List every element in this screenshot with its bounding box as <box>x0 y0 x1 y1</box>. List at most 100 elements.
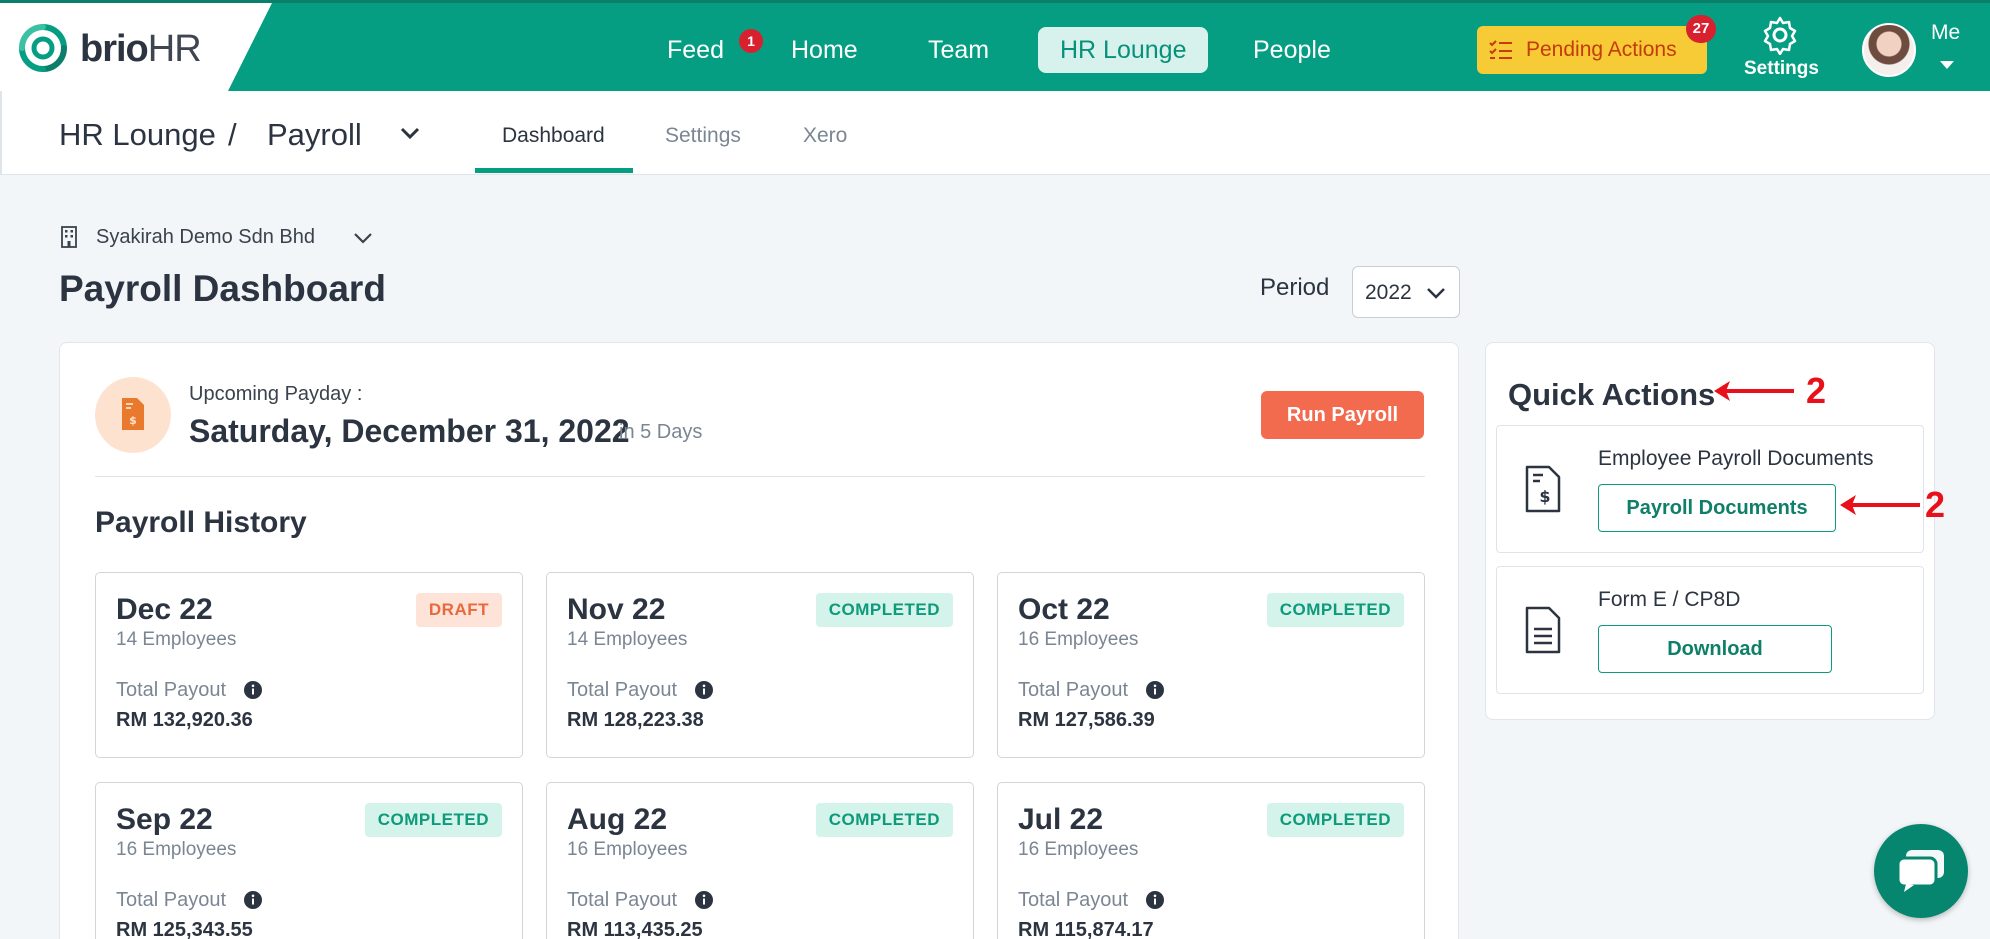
download-button[interactable]: Download <box>1598 625 1832 673</box>
payroll-documents-button[interactable]: Payroll Documents <box>1598 484 1836 532</box>
payroll-main-card: $ Upcoming Payday : Saturday, December 3… <box>59 342 1459 939</box>
upcoming-payday-date: Saturday, December 31, 2022 <box>189 413 630 449</box>
info-icon[interactable] <box>694 890 714 910</box>
company-selector[interactable]: Syakirah Demo Sdn Bhd <box>96 226 315 249</box>
tab-settings[interactable]: Settings <box>665 124 741 148</box>
total-payout-label: Total Payout <box>116 679 227 701</box>
quick-action-form-e: Form E / CP8D Download <box>1496 566 1924 694</box>
svg-text:$: $ <box>1539 487 1550 506</box>
total-payout-label: Total Payout <box>1018 889 1129 911</box>
info-icon[interactable] <box>1145 680 1165 700</box>
brand-name: brioHR <box>80 28 202 71</box>
page-title: Payroll Dashboard <box>59 268 386 309</box>
status-badge: COMPLETED <box>1266 593 1404 627</box>
period-value: 2022 <box>1365 281 1412 304</box>
payroll-card[interactable]: Aug 22 16 Employees COMPLETED Total Payo… <box>546 782 974 939</box>
nav-hr-lounge[interactable]: HR Lounge <box>1038 27 1209 73</box>
payroll-card[interactable]: Jul 22 16 Employees COMPLETED Total Payo… <box>997 782 1425 939</box>
quick-action-title: Form E / CP8D <box>1598 588 1741 611</box>
info-icon[interactable] <box>243 680 263 700</box>
quick-actions-title: Quick Actions <box>1508 377 1716 412</box>
employee-count: 14 Employees <box>567 629 688 650</box>
quick-actions-card: Quick Actions $ Employee Payroll Documen… <box>1485 342 1935 720</box>
breadcrumb-separator: / <box>228 117 237 152</box>
payroll-document-icon: $ <box>122 398 144 430</box>
pending-actions-label: Pending Actions <box>1526 38 1677 61</box>
period-select[interactable]: 2022 <box>1352 266 1460 318</box>
info-icon[interactable] <box>1145 890 1165 910</box>
annotation-marker: 2 <box>1925 484 1946 525</box>
payroll-document-icon: $ <box>1525 465 1561 513</box>
nav-team[interactable]: Team <box>906 27 1011 73</box>
chat-widget-button[interactable] <box>1874 824 1968 918</box>
me-label[interactable]: Me <box>1931 21 1960 45</box>
caret-down-icon[interactable] <box>1940 61 1954 69</box>
total-payout-amount: RM 125,343.55 <box>116 919 253 939</box>
payroll-month: Sep 22 <box>116 803 213 836</box>
payroll-card[interactable]: Dec 22 14 Employees DRAFT Total Payout R… <box>95 572 523 758</box>
top-nav-bar: brioHR Feed 1 Home Team HR Lounge People… <box>0 0 1990 91</box>
info-icon[interactable] <box>694 680 714 700</box>
sub-header: HR Lounge / Payroll Dashboard Settings X… <box>0 91 1990 175</box>
breadcrumb-current: Payroll <box>267 117 362 152</box>
annotation-marker: 2 <box>1806 370 1827 411</box>
info-icon[interactable] <box>243 890 263 910</box>
tab-xero[interactable]: Xero <box>803 124 847 148</box>
payroll-history-title: Payroll History <box>95 506 307 539</box>
checklist-icon <box>1489 40 1512 59</box>
employee-count: 14 Employees <box>116 629 237 650</box>
status-badge: COMPLETED <box>815 803 953 837</box>
total-payout-amount: RM 128,223.38 <box>567 709 704 731</box>
payroll-month: Jul 22 <box>1018 803 1104 836</box>
gear-icon[interactable] <box>1760 15 1800 55</box>
quick-action-title: Employee Payroll Documents <box>1598 447 1874 470</box>
period-label: Period <box>1260 274 1330 301</box>
payroll-card[interactable]: Sep 22 16 Employees COMPLETED Total Payo… <box>95 782 523 939</box>
brand-name-bold: brio <box>80 28 149 70</box>
payroll-card[interactable]: Nov 22 14 Employees COMPLETED Total Payo… <box>546 572 974 758</box>
divider <box>95 476 1425 477</box>
pending-actions-button[interactable]: Pending Actions <box>1477 26 1707 74</box>
feed-notification-badge: 1 <box>739 29 763 53</box>
payroll-card[interactable]: Oct 22 16 Employees COMPLETED Total Payo… <box>997 572 1425 758</box>
brand-name-light: HR <box>147 28 202 70</box>
total-payout-amount: RM 115,874.17 <box>1018 919 1154 939</box>
nav-people[interactable]: People <box>1231 27 1353 73</box>
avatar[interactable] <box>1862 23 1916 77</box>
total-payout-label: Total Payout <box>567 889 678 911</box>
brand-logo[interactable]: brioHR <box>0 3 272 91</box>
payroll-month: Dec 22 <box>116 593 213 626</box>
breadcrumb-root[interactable]: HR Lounge <box>59 117 216 153</box>
annotation-arrow <box>1714 381 1794 401</box>
total-payout-amount: RM 132,920.36 <box>116 709 253 731</box>
employee-count: 16 Employees <box>1018 629 1139 650</box>
total-payout-label: Total Payout <box>567 679 678 701</box>
status-badge: COMPLETED <box>815 593 953 627</box>
employee-count: 16 Employees <box>1018 839 1139 860</box>
upcoming-payday-relative: in 5 Days <box>619 421 703 443</box>
total-payout-amount: RM 127,586.39 <box>1018 709 1155 731</box>
upcoming-payday-label: Upcoming Payday : <box>189 383 363 405</box>
run-payroll-button[interactable]: Run Payroll <box>1261 391 1424 439</box>
settings-label[interactable]: Settings <box>1744 58 1819 80</box>
nav-home[interactable]: Home <box>769 27 880 73</box>
document-icon <box>1525 606 1561 654</box>
annotation-arrow <box>1840 495 1920 515</box>
status-badge: COMPLETED <box>364 803 502 837</box>
total-payout-label: Total Payout <box>116 889 227 911</box>
chevron-down-icon[interactable] <box>352 229 374 247</box>
active-tab-indicator <box>475 168 633 173</box>
chevron-down-icon[interactable] <box>398 121 422 145</box>
payroll-month: Aug 22 <box>567 803 668 836</box>
status-badge: DRAFT <box>415 593 502 627</box>
nav-feed[interactable]: Feed <box>645 27 746 73</box>
total-payout-label: Total Payout <box>1018 679 1129 701</box>
quick-action-payroll-documents: $ Employee Payroll Documents Payroll Doc… <box>1496 425 1924 553</box>
tab-dashboard[interactable]: Dashboard <box>502 124 605 148</box>
employee-count: 16 Employees <box>116 839 237 860</box>
building-icon <box>61 226 77 248</box>
chat-icon <box>1896 850 1944 892</box>
pending-actions-badge: 27 <box>1686 15 1716 43</box>
payroll-month: Nov 22 <box>567 593 666 626</box>
chevron-down-icon <box>1427 288 1445 299</box>
